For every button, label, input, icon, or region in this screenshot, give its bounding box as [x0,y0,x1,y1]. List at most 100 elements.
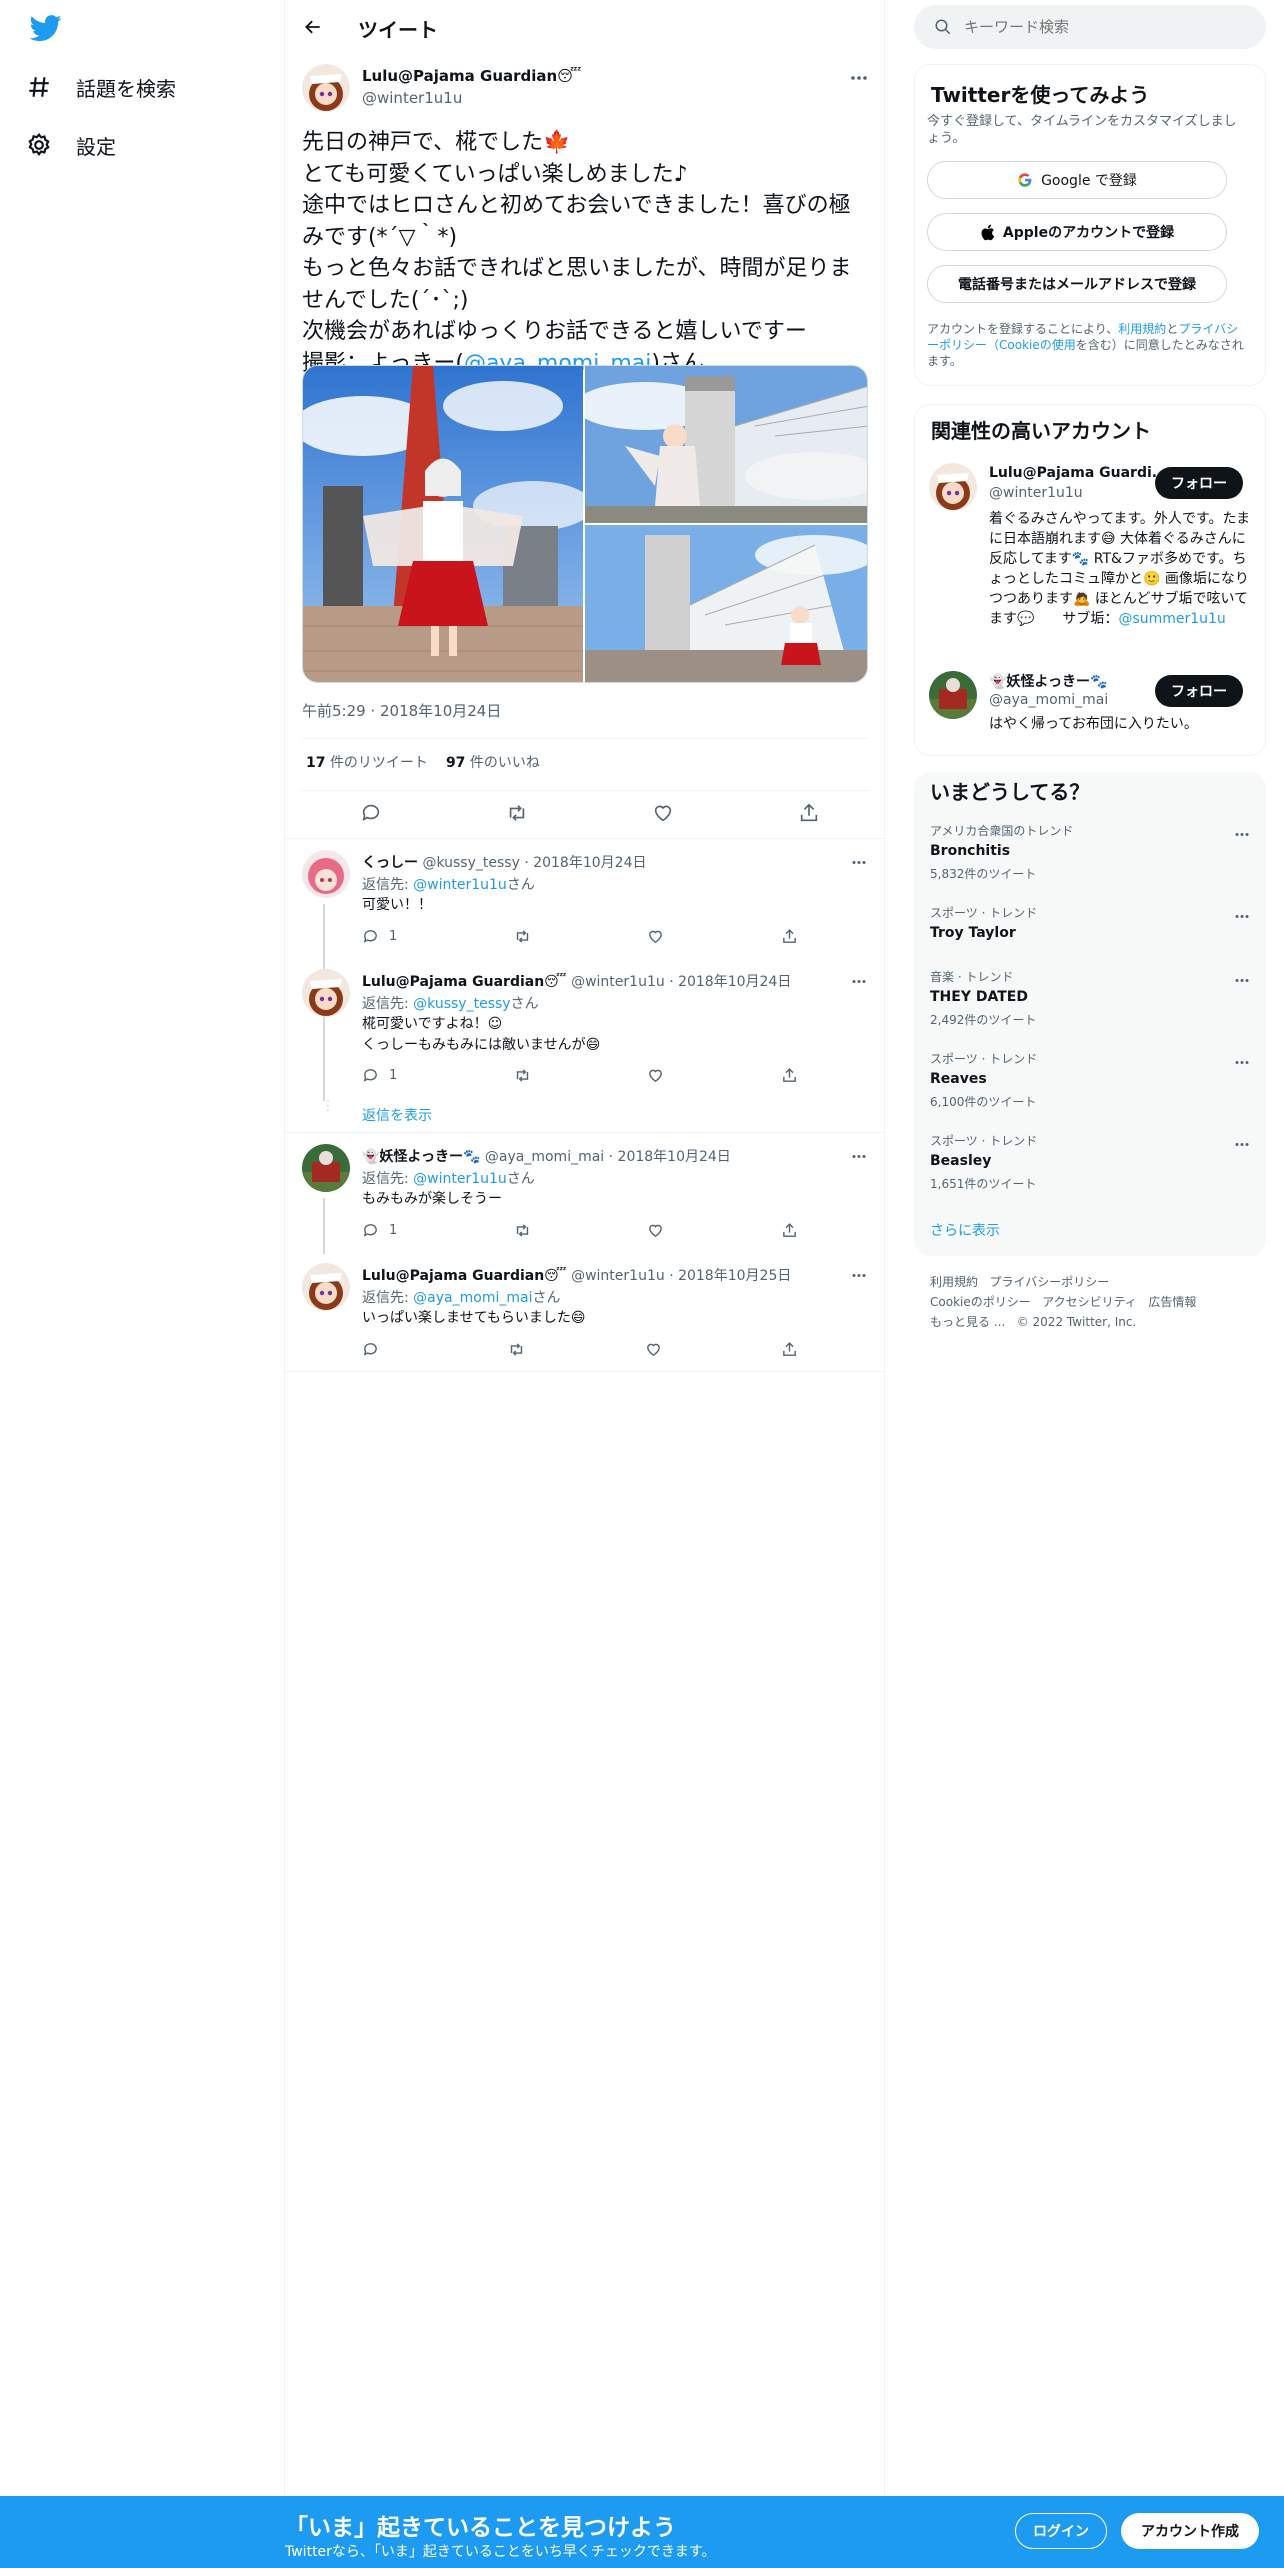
account-name[interactable]: Lulu@Pajama Guardi... [989,465,1168,481]
reply-author-handle[interactable]: @winter1u1u [571,1268,665,1284]
footer-ads-link[interactable]: 広告情報 [1148,1295,1196,1309]
retweet-button[interactable] [514,1067,531,1084]
tweet-author-handle[interactable]: @winter1u1u [362,89,462,107]
trend-item[interactable]: スポーツ · トレンド Troy Taylor [930,904,1250,941]
search-box[interactable] [914,5,1266,49]
account-handle[interactable]: @winter1u1u [989,485,1083,501]
footer-cookie-link[interactable]: Cookieのポリシー [930,1295,1031,1309]
tweet-timestamp[interactable]: 午前5:29 · 2018年10月24日 [302,700,501,721]
more-options-button[interactable] [847,973,871,989]
trend-item[interactable]: 音楽 · トレンド THEY DATED 2,492件のツイート [930,968,1250,1028]
more-icon[interactable] [1234,968,1250,987]
like-button[interactable] [645,1341,662,1358]
show-replies-link[interactable]: 返信を表示 [362,1105,432,1125]
back-button[interactable] [299,13,327,41]
account-name[interactable]: 👻妖怪よっきー🐾 [989,671,1107,691]
reply-author-name[interactable]: Lulu@Pajama Guardian😴 [362,1268,567,1284]
avatar[interactable] [302,1263,350,1311]
retweet-button[interactable] [514,1222,531,1239]
more-options-button[interactable] [847,1148,871,1164]
retweet-button[interactable] [508,1341,525,1358]
show-more-trends-link[interactable]: さらに表示 [930,1220,1000,1240]
reply-tweet[interactable]: Lulu@Pajama Guardian😴 @winter1u1u · 2018… [285,957,885,1132]
apple-signup-button[interactable]: Appleのアカウントで登録 [927,213,1227,251]
reply-tweet[interactable]: 👻妖怪よっきー🐾 @aya_momi_mai · 2018年10月24日 返信先… [285,1132,885,1254]
trend-item[interactable]: アメリカ合衆国のトレンド Bronchitis 5,832件のツイート [930,822,1250,882]
like-button[interactable] [652,802,674,824]
twitter-logo-icon[interactable] [29,12,66,48]
phone-email-signup-button[interactable]: 電話番号またはメールアドレスで登録 [927,265,1227,303]
reply-author-name[interactable]: 👻妖怪よっきー🐾 [362,1149,480,1165]
reply-button[interactable] [360,802,382,824]
retweet-button[interactable] [506,802,528,824]
reply-date[interactable]: · 2018年10月24日 [524,855,646,871]
avatar[interactable] [302,969,350,1017]
reply-button[interactable] [362,1341,389,1358]
more-options-button[interactable] [847,70,871,86]
reply-date[interactable]: · 2018年10月24日 [669,974,791,990]
follow-button[interactable]: フォロー [1155,467,1243,499]
photo-1[interactable] [303,366,583,682]
more-options-button[interactable] [847,1267,871,1283]
footer-more-link[interactable]: もっと見る ... [930,1315,1005,1329]
share-button[interactable] [798,802,820,824]
follow-button[interactable]: フォロー [1155,675,1243,707]
bio-link[interactable]: @summer1u1u [1118,611,1225,627]
share-button[interactable] [781,928,798,945]
reply-actions: 1 [362,928,798,945]
footer-terms-link[interactable]: 利用規約 [930,1275,978,1289]
nav-item-explore[interactable]: 話題を検索 [26,62,176,112]
photo-3[interactable] [585,525,867,682]
more-icon[interactable] [1234,904,1250,923]
reply-author-name[interactable]: くっしー [362,855,418,871]
trend-item[interactable]: スポーツ · トレンド Beasley 1,651件のツイート [930,1132,1250,1192]
more-icon[interactable] [1234,822,1250,841]
footer-accessibility-link[interactable]: アクセシビリティ [1042,1295,1137,1309]
reply-to-mention[interactable]: @kussy_tessy [413,996,510,1012]
reply-date[interactable]: · 2018年10月25日 [669,1268,791,1284]
reply-author-handle[interactable]: @aya_momi_mai [485,1149,604,1165]
reply-date[interactable]: · 2018年10月24日 [609,1149,731,1165]
more-icon[interactable] [1234,1050,1250,1069]
terms-link[interactable]: 利用規約 [1118,322,1166,336]
tweet-author-name[interactable]: Lulu@Pajama Guardian😴 [362,67,581,85]
photo-2[interactable] [585,366,867,523]
reply-to-mention[interactable]: @winter1u1u [413,1171,507,1187]
thread-dots: ⋮ [321,1098,335,1114]
like-button[interactable] [647,1067,664,1084]
reply-to-mention[interactable]: @winter1u1u [413,877,507,893]
reply-author-name[interactable]: Lulu@Pajama Guardian😴 [362,974,567,990]
reply-tweet[interactable]: くっしー @kussy_tessy · 2018年10月24日 返信先: @wi… [285,838,885,1044]
google-signup-button[interactable]: Google で登録 [927,161,1227,199]
divider [302,790,868,791]
avatar[interactable] [929,671,977,719]
reply-to-mention[interactable]: @aya_momi_mai [413,1290,532,1306]
nav-item-settings[interactable]: 設定 [26,120,116,170]
more-options-button[interactable] [847,854,871,870]
share-button[interactable] [781,1341,798,1358]
avatar[interactable] [302,1144,350,1192]
share-button[interactable] [781,1222,798,1239]
retweet-stat[interactable]: 17 件のリツイート [306,752,428,772]
like-button[interactable] [647,1222,664,1239]
login-button[interactable]: ログイン [1015,2513,1107,2549]
avatar[interactable] [302,850,350,898]
like-button[interactable] [647,928,664,945]
reply-button[interactable]: 1 [362,928,397,945]
trend-item[interactable]: スポーツ · トレンド Reaves 6,100件のツイート [930,1050,1250,1110]
retweet-button[interactable] [514,928,531,945]
search-input[interactable] [964,18,1244,36]
reply-button[interactable]: 1 [362,1222,397,1239]
reply-author-handle[interactable]: @kussy_tessy [422,855,519,871]
more-icon[interactable] [1234,1132,1250,1151]
avatar[interactable] [302,64,350,112]
avatar[interactable] [929,463,977,511]
like-stat[interactable]: 97 件のいいね [446,752,540,772]
footer-privacy-link[interactable]: プライバシーポリシー [989,1275,1109,1289]
reply-button[interactable]: 1 [362,1067,397,1084]
account-handle[interactable]: @aya_momi_mai [989,692,1108,708]
share-button[interactable] [781,1067,798,1084]
signup-button[interactable]: アカウント作成 [1121,2513,1259,2549]
reply-tweet[interactable]: Lulu@Pajama Guardian😴 @winter1u1u · 2018… [285,1251,885,1371]
reply-author-handle[interactable]: @winter1u1u [571,974,665,990]
